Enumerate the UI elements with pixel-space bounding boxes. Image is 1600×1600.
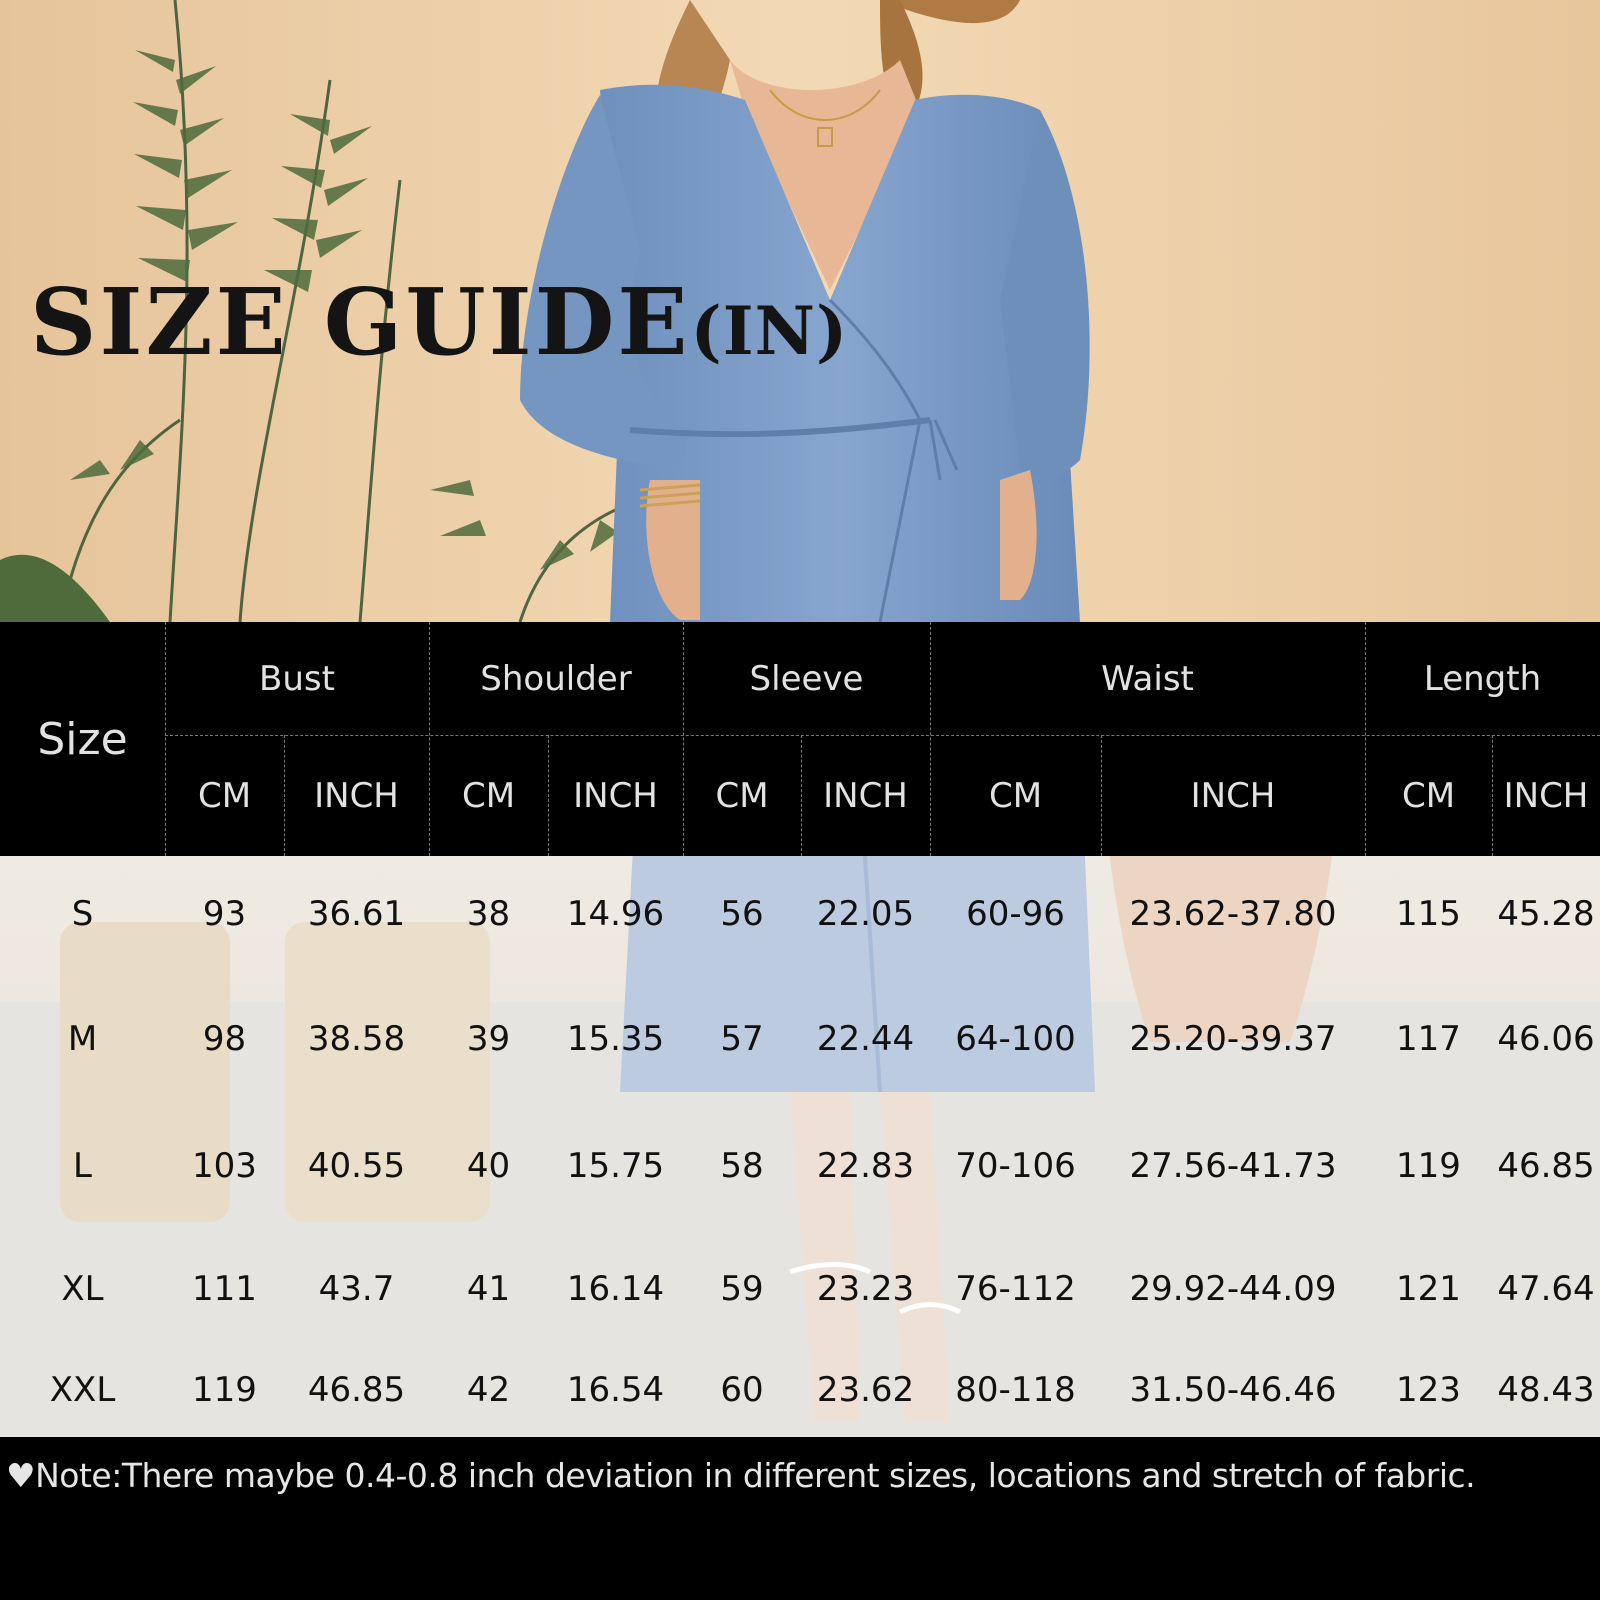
table-cell: 70-106 bbox=[955, 1146, 1076, 1186]
table-cell: 41 bbox=[466, 1269, 511, 1309]
group-divider bbox=[165, 622, 166, 856]
size-label: M bbox=[67, 1019, 98, 1059]
unit-header-inch: INCH bbox=[314, 775, 399, 816]
unit-header-cm: CM bbox=[461, 775, 516, 816]
table-cell: 117 bbox=[1396, 1019, 1461, 1059]
group-divider bbox=[1365, 622, 1366, 856]
table-cell: 23.62-37.80 bbox=[1129, 894, 1337, 934]
table-cell: 40.55 bbox=[307, 1146, 406, 1186]
unit-header-cm: CM bbox=[715, 775, 769, 816]
table-cell: 31.50-46.46 bbox=[1129, 1370, 1337, 1410]
table-cell: 38 bbox=[466, 894, 511, 934]
table-cell: 43.7 bbox=[318, 1269, 395, 1309]
unit-header-inch: INCH bbox=[573, 775, 658, 816]
table-cell: 23.62 bbox=[816, 1370, 915, 1410]
table-cell: 48.43 bbox=[1497, 1370, 1595, 1410]
unit-divider bbox=[801, 735, 802, 856]
table-cell: 121 bbox=[1396, 1269, 1461, 1309]
table-cell: 22.05 bbox=[816, 894, 915, 934]
table-cell: 103 bbox=[192, 1146, 257, 1186]
unit-header-inch: INCH bbox=[1190, 775, 1276, 816]
table-cell: 27.56-41.73 bbox=[1129, 1146, 1337, 1186]
table-cell: 59 bbox=[720, 1269, 764, 1309]
table-cell: 123 bbox=[1396, 1370, 1461, 1410]
unit-header-inch: INCH bbox=[823, 775, 908, 816]
table-cell: 46.85 bbox=[1497, 1146, 1595, 1186]
table-cell: 80-118 bbox=[955, 1370, 1076, 1410]
group-header-sleeve: Sleeve bbox=[749, 658, 864, 699]
group-divider bbox=[429, 622, 430, 856]
group-header-bust: Bust bbox=[259, 658, 335, 699]
table-cell: 111 bbox=[192, 1269, 257, 1309]
table-cell: 56 bbox=[720, 894, 764, 934]
size-label: XL bbox=[61, 1269, 104, 1309]
table-cell: 60 bbox=[720, 1370, 764, 1410]
title-main: SIZE GUIDE bbox=[30, 268, 691, 376]
table-cell: 115 bbox=[1396, 894, 1461, 934]
unit-header-inch: INCH bbox=[1503, 775, 1589, 816]
unit-divider bbox=[1492, 735, 1493, 856]
table-cell: 47.64 bbox=[1497, 1269, 1595, 1309]
table-cell: 16.54 bbox=[566, 1370, 665, 1410]
unit-divider bbox=[1101, 735, 1102, 856]
table-cell: 57 bbox=[720, 1019, 764, 1059]
unit-divider bbox=[284, 735, 285, 856]
table-cell: 42 bbox=[466, 1370, 511, 1410]
page-title: SIZE GUIDE(IN) bbox=[30, 268, 848, 376]
table-cell: 15.75 bbox=[566, 1146, 665, 1186]
table-cell: 46.85 bbox=[307, 1370, 406, 1410]
table-cell: 39 bbox=[466, 1019, 511, 1059]
unit-header-cm: CM bbox=[197, 775, 252, 816]
unit-header-cm: CM bbox=[1401, 775, 1456, 816]
title-unit: (IN) bbox=[690, 292, 849, 370]
table-cell: 38.58 bbox=[307, 1019, 406, 1059]
table-cell: 25.20-39.37 bbox=[1129, 1019, 1337, 1059]
group-header-shoulder: Shoulder bbox=[480, 658, 632, 699]
table-cell: 36.61 bbox=[307, 894, 406, 934]
table-cell: 23.23 bbox=[816, 1269, 915, 1309]
unit-divider bbox=[548, 735, 549, 856]
size-label: L bbox=[73, 1146, 92, 1186]
table-cell: 46.06 bbox=[1497, 1019, 1595, 1059]
table-cell: 58 bbox=[720, 1146, 764, 1186]
deviation-note: ♥Note:There maybe 0.4-0.8 inch deviation… bbox=[6, 1456, 1476, 1495]
size-label: S bbox=[71, 894, 94, 934]
table-cell: 98 bbox=[202, 1019, 247, 1059]
group-header-waist: Waist bbox=[1101, 658, 1194, 699]
table-cell: 76-112 bbox=[955, 1269, 1076, 1309]
size-label: XXL bbox=[49, 1370, 116, 1410]
table-cell: 119 bbox=[192, 1370, 257, 1410]
table-cell: 22.44 bbox=[816, 1019, 915, 1059]
hero-photo: SIZE GUIDE(IN) bbox=[0, 0, 1600, 622]
size-column-header: Size bbox=[37, 713, 128, 765]
group-divider bbox=[930, 622, 931, 856]
table-cell: 14.96 bbox=[566, 894, 665, 934]
header-row-divider bbox=[165, 735, 1600, 736]
table-cell: 60-96 bbox=[966, 894, 1065, 934]
unit-header-cm: CM bbox=[988, 775, 1043, 816]
table-cell: 119 bbox=[1396, 1146, 1461, 1186]
table-cell: 40 bbox=[466, 1146, 511, 1186]
table-cell: 64-100 bbox=[955, 1019, 1076, 1059]
table-cell: 16.14 bbox=[566, 1269, 665, 1309]
table-cell: 15.35 bbox=[566, 1019, 665, 1059]
table-cell: 93 bbox=[202, 894, 247, 934]
table-cell: 22.83 bbox=[816, 1146, 915, 1186]
group-divider bbox=[683, 622, 684, 856]
group-header-length: Length bbox=[1423, 658, 1542, 699]
table-cell: 29.92-44.09 bbox=[1129, 1269, 1337, 1309]
table-cell: 45.28 bbox=[1497, 894, 1595, 934]
